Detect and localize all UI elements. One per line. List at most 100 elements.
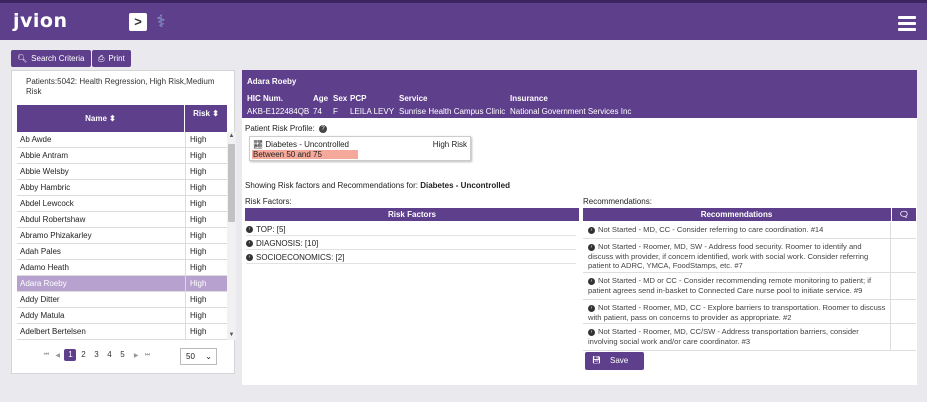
patient-grid-scrollbar[interactable]: ▲ ▼ bbox=[227, 132, 236, 340]
risk-factors-header: Risk Factors bbox=[245, 208, 579, 221]
recommendation-label: Not Started - Roomer, MD, CC - Explore b… bbox=[588, 303, 886, 322]
recommendation-text: › Not Started - Roomer, MD, CC - Explore … bbox=[588, 303, 888, 322]
caduceus-icon: ⚕ bbox=[156, 12, 166, 31]
help-icon[interactable]: ? bbox=[319, 124, 328, 133]
recommendation-text: › Not Started - Roomer, MD, SW - Address … bbox=[588, 242, 888, 271]
print-icon: ⎙ bbox=[98, 54, 105, 63]
hic-label: HIC Num. bbox=[247, 94, 283, 103]
table-row[interactable]: Addy Matula High bbox=[17, 308, 227, 324]
patient-name-cell: Ab Awde bbox=[20, 135, 52, 144]
hic-value: AKB-E122484QB bbox=[247, 107, 310, 116]
risk-factor-item[interactable]: › TOP: [5] bbox=[246, 223, 576, 236]
risk-factor-label: SOCIOECONOMICS: [2] bbox=[256, 253, 345, 262]
table-row[interactable]: Adelbert Bertelsen High bbox=[17, 324, 227, 340]
age-value: 74 bbox=[313, 107, 322, 116]
trend-chart-icon: 📈︎ bbox=[253, 140, 264, 149]
patient-list-panel: Patients:5042: Health Regression, High R… bbox=[11, 70, 236, 374]
top-navbar: jvion > ⚕ bbox=[0, 0, 927, 40]
scroll-up-icon[interactable]: ▲ bbox=[227, 132, 236, 141]
risk-column-header[interactable]: Risk ⬍ bbox=[185, 105, 227, 132]
page-number-button[interactable]: 5 bbox=[116, 349, 128, 361]
showing-prefix: Showing Risk factors and Recommendations… bbox=[245, 181, 418, 190]
app-logo[interactable]: jvion bbox=[13, 10, 68, 32]
save-label: Save bbox=[610, 356, 629, 365]
expand-arrow-icon: › bbox=[588, 226, 595, 234]
hamburger-menu-icon[interactable] bbox=[898, 16, 916, 32]
recommendation-item[interactable]: › Not Started - Roomer, MD, CC/SW - Addre… bbox=[583, 324, 916, 351]
comment-icon[interactable]: 🗨︎ bbox=[891, 208, 916, 221]
page-number-button[interactable]: 1 bbox=[64, 349, 77, 361]
patient-name-cell: Addy Matula bbox=[20, 311, 65, 320]
service-label: Service bbox=[399, 94, 428, 103]
patient-name-cell: Adah Pales bbox=[20, 247, 61, 256]
recommendation-item[interactable]: › Not Started - Roomer, MD, CC - Explore … bbox=[583, 300, 916, 324]
table-row[interactable]: Abbie Antram High bbox=[17, 148, 227, 164]
patient-name-cell: Abbie Antram bbox=[20, 151, 69, 160]
prev-page-icon[interactable]: ◀ bbox=[53, 352, 62, 359]
table-row[interactable]: Abdul Robertshaw High bbox=[17, 212, 227, 228]
patients-summary: Patients:5042: Health Regression, High R… bbox=[26, 77, 215, 96]
comment-cell bbox=[890, 239, 891, 272]
patient-risk-cell: High bbox=[185, 324, 225, 340]
risk-condition: 📈︎ Diabetes - Uncontrolled bbox=[253, 140, 349, 149]
patient-grid-header: Name ⬍ Risk ⬍ bbox=[17, 105, 227, 132]
page-size-select[interactable]: 50 ⌄ bbox=[180, 348, 217, 365]
recommendation-item[interactable]: › Not Started - Roomer, MD, SW - Address … bbox=[583, 239, 916, 273]
recommendations-section-label: Recommendations: bbox=[583, 197, 652, 206]
print-button[interactable]: ⎙ Print bbox=[92, 50, 131, 67]
showing-condition: Diabetes - Uncontrolled bbox=[420, 181, 510, 190]
page-number-button[interactable]: 3 bbox=[90, 349, 102, 361]
recommendations-header-label: Recommendations bbox=[700, 210, 773, 219]
first-page-icon[interactable]: ⏮ bbox=[42, 352, 51, 359]
last-page-icon[interactable]: ⏭ bbox=[143, 352, 152, 359]
table-row[interactable]: Abramo Phizakarley High bbox=[17, 228, 227, 244]
chevron-down-icon: ⌄ bbox=[205, 352, 212, 361]
patient-risk-cell: High bbox=[185, 244, 225, 260]
table-row[interactable]: Ab Awde High bbox=[17, 132, 227, 148]
table-row[interactable]: Adamo Heath High bbox=[17, 260, 227, 276]
table-row[interactable]: Abby Hambric High bbox=[17, 180, 227, 196]
comment-cell bbox=[890, 222, 891, 238]
patient-risk-cell: High bbox=[185, 132, 225, 148]
table-row[interactable]: Adara Roeby High bbox=[17, 276, 227, 292]
risk-profile-card[interactable]: 📈︎ Diabetes - Uncontrolled High Risk Bet… bbox=[249, 136, 471, 161]
patient-risk-cell: High bbox=[185, 212, 225, 228]
recommendation-label: Not Started - MD or CC - Consider recomm… bbox=[588, 276, 872, 295]
risk-condition-text: Diabetes - Uncontrolled bbox=[265, 140, 349, 149]
page-number-button[interactable]: 4 bbox=[103, 349, 115, 361]
next-page-icon[interactable]: ▶ bbox=[132, 352, 141, 359]
page-number-button[interactable]: 2 bbox=[77, 349, 89, 361]
service-value: Sunrise Health Campus Clinic bbox=[399, 107, 506, 116]
recommendation-text: › Not Started - MD or CC - Consider recom… bbox=[588, 276, 888, 295]
expand-arrow-icon: › bbox=[588, 304, 595, 312]
insurance-value: National Government Services Inc bbox=[510, 107, 632, 116]
table-row[interactable]: Abdel Lewcock High bbox=[17, 196, 227, 212]
table-row[interactable]: Addy Ditter High bbox=[17, 292, 227, 308]
comment-cell bbox=[890, 324, 891, 350]
patient-risk-cell: High bbox=[185, 196, 225, 212]
name-column-header[interactable]: Name ⬍ bbox=[17, 105, 185, 132]
expand-arrow-icon: › bbox=[588, 277, 595, 285]
risk-factor-item[interactable]: › DIAGNOSIS: [10] bbox=[246, 237, 576, 250]
recommendation-item[interactable]: › Not Started - MD, CC - Consider referri… bbox=[583, 222, 916, 239]
scroll-thumb[interactable] bbox=[228, 144, 235, 222]
scroll-down-icon[interactable]: ▼ bbox=[227, 331, 236, 340]
patient-name-cell: Abramo Phizakarley bbox=[20, 231, 92, 240]
expand-arrow-icon: › bbox=[588, 243, 595, 251]
patient-risk-cell: High bbox=[185, 148, 225, 164]
save-button[interactable]: 💾︎ Save bbox=[585, 352, 644, 370]
search-criteria-button[interactable]: 🔍︎ Search Criteria bbox=[11, 50, 91, 67]
risk-factor-item[interactable]: › SOCIOECONOMICS: [2] bbox=[246, 251, 576, 264]
recommendation-item[interactable]: › Not Started - MD or CC - Consider recom… bbox=[583, 273, 916, 300]
table-row[interactable]: Abbie Welsby High bbox=[17, 164, 227, 180]
nav-toggle-button[interactable]: > bbox=[129, 13, 147, 31]
comment-cell bbox=[890, 273, 891, 299]
print-label: Print bbox=[108, 54, 125, 63]
patient-name-cell: Abbie Welsby bbox=[20, 167, 69, 176]
sex-label: Sex bbox=[333, 94, 348, 103]
table-row[interactable]: Adah Pales High bbox=[17, 244, 227, 260]
patient-name-cell: Adamo Heath bbox=[20, 263, 69, 272]
risk-profile-title: Patient Risk Profile: ? bbox=[245, 124, 328, 133]
showing-caption: Showing Risk factors and Recommendations… bbox=[245, 181, 510, 190]
patient-grid-body: Ab Awde High Abbie Antram High Abbie Welsby H… bbox=[17, 132, 227, 340]
